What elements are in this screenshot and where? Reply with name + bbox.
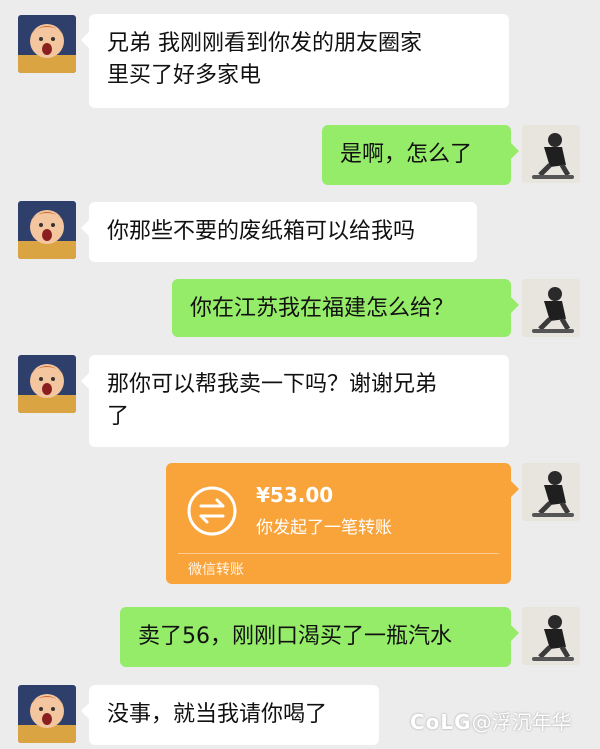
incoming-message[interactable]: 没事，就当我请你喝了 [81,685,379,745]
user-avatar[interactable] [522,463,580,521]
message-text: 你在江苏我在福建怎么给？ [190,296,455,321]
message-text: 卖了56，刚刚口渴买了一瓶汽水 [138,624,452,649]
user-avatar[interactable] [522,279,580,337]
watermark-text: @浮沉年华 [471,710,572,734]
outgoing-message[interactable]: 你在江苏我在福建怎么给？ [172,279,519,337]
transfer-amount: ¥53.00 [256,483,334,507]
incoming-message[interactable]: 那你可以帮我卖一下吗？谢谢兄弟 了 [81,355,509,447]
incoming-message[interactable]: 你那些不要的废纸箱可以给我吗 [81,202,477,262]
skateboarder-avatar-icon [522,125,580,183]
skateboarder-avatar-icon [522,607,580,665]
message-text: 没事，就当我请你喝了 [107,702,328,727]
message-text: 是啊，怎么了 [340,142,473,167]
crying-child-avatar-icon [18,15,76,73]
user-avatar[interactable] [522,607,580,665]
message-text: 兄弟 我刚刚看到你发的朋友圈家 [107,31,422,56]
transfer-label: 微信转账 [188,562,244,578]
message-text: 里买了好多家电 [107,63,262,88]
user-avatar[interactable] [522,125,580,183]
outgoing-message[interactable]: 卖了56，刚刚口渴买了一瓶汽水 [120,607,519,667]
skateboarder-avatar-icon [522,463,580,521]
watermark-logo: CoLG [410,710,472,734]
outgoing-message[interactable]: 是啊，怎么了 [322,125,519,185]
contact-avatar[interactable] [18,201,76,259]
contact-avatar[interactable] [18,15,76,73]
watermark: CoLG@浮沉年华 [410,706,572,735]
message-text: 你那些不要的废纸箱可以给我吗 [107,219,416,244]
message-text: 那你可以帮我卖一下吗？谢谢兄弟 [107,372,438,397]
skateboarder-avatar-icon [522,279,580,337]
contact-avatar[interactable] [18,685,76,743]
crying-child-avatar-icon [18,201,76,259]
contact-avatar[interactable] [18,355,76,413]
message-text: 了 [107,404,130,429]
crying-child-avatar-icon [18,355,76,413]
transfer-description: 你发起了一笔转账 [256,518,392,538]
transfer-card[interactable]: ¥53.00 你发起了一笔转账 微信转账 [166,463,519,584]
transfer-arrows-icon [187,486,237,536]
incoming-message[interactable]: 兄弟 我刚刚看到你发的朋友圈家 里买了好多家电 [81,14,509,108]
divider [178,553,499,554]
crying-child-avatar-icon [18,685,76,743]
